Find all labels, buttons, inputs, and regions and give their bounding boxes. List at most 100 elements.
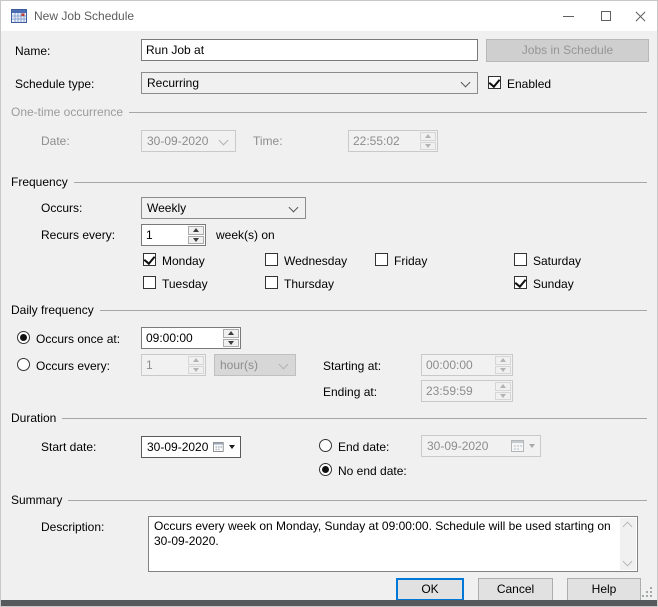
spin-down-button[interactable] xyxy=(188,236,204,245)
cancel-button[interactable]: Cancel xyxy=(478,578,553,601)
checkbox-sunday[interactable] xyxy=(514,276,527,289)
occurs-once-radio[interactable] xyxy=(17,331,30,344)
spinner-buttons xyxy=(188,356,204,374)
arrow-up-icon xyxy=(425,134,431,138)
spin-up-button xyxy=(495,382,511,391)
date-label: Date: xyxy=(41,134,70,148)
ending-at-label: Ending at: xyxy=(323,385,377,399)
spin-down-button xyxy=(495,366,511,375)
checkbox-sunday-label: Sunday xyxy=(533,277,574,291)
schedule-calendar-icon xyxy=(11,8,27,24)
new-job-schedule-dialog: New Job Schedule Name: Jobs in Schedule … xyxy=(0,0,658,607)
recurs-every-spinner[interactable]: 1 xyxy=(141,224,206,246)
occurs-every-radio[interactable] xyxy=(17,358,30,371)
ok-button[interactable]: OK xyxy=(396,578,464,601)
spinner-buttons[interactable] xyxy=(223,329,239,347)
maximize-button[interactable] xyxy=(588,1,624,31)
help-button[interactable]: Help xyxy=(567,578,641,601)
description-textarea[interactable]: Occurs every week on Monday, Sunday at 0… xyxy=(148,516,638,572)
end-date-label: End date: xyxy=(338,440,389,454)
spinner-buttons[interactable] xyxy=(188,226,204,244)
scroll-up-icon xyxy=(623,522,633,532)
one-time-time-value: 22:55:02 xyxy=(353,134,400,148)
no-end-date-radio[interactable] xyxy=(319,463,332,476)
arrow-up-icon xyxy=(193,358,199,362)
group-divider-line xyxy=(74,182,647,183)
end-date-picker: 30-09-2020 xyxy=(421,435,541,457)
checkbox-wednesday[interactable] xyxy=(265,253,278,266)
title-bar[interactable]: New Job Schedule xyxy=(1,1,657,31)
minimize-icon xyxy=(563,16,574,17)
arrow-up-icon xyxy=(228,331,234,335)
checkmark-icon xyxy=(489,76,501,88)
arrow-up-icon xyxy=(500,358,506,362)
occurs-once-time-spinner[interactable]: 09:00:00 xyxy=(141,327,241,349)
group-frequency-label: Frequency xyxy=(11,175,68,189)
recurs-every-value: 1 xyxy=(146,228,153,242)
enabled-checkbox[interactable] xyxy=(488,76,501,89)
ending-at-value: 23:59:59 xyxy=(426,384,473,398)
start-date-picker[interactable]: 30-09-2020 xyxy=(141,436,241,458)
occurs-select[interactable]: Weekly xyxy=(141,197,306,219)
schedule-type-select[interactable]: Recurring xyxy=(141,72,478,94)
checkbox-tuesday[interactable] xyxy=(143,276,156,289)
end-date-value: 30-09-2020 xyxy=(427,439,506,453)
checkbox-monday-label: Monday xyxy=(162,254,205,268)
calendar-icon xyxy=(511,440,524,452)
checkbox-friday[interactable] xyxy=(375,253,388,266)
start-date-value: 30-09-2020 xyxy=(147,440,208,454)
one-time-time-spinner: 22:55:02 xyxy=(348,130,438,152)
textarea-scrollbar xyxy=(620,518,636,570)
spin-down-button xyxy=(420,142,436,151)
checkbox-saturday[interactable] xyxy=(514,253,527,266)
group-daily-frequency: Daily frequency xyxy=(11,303,647,317)
spin-up-button xyxy=(495,356,511,365)
spin-up-button xyxy=(188,356,204,365)
end-date-radio[interactable] xyxy=(319,439,332,452)
checkbox-monday[interactable] xyxy=(143,253,156,266)
maximize-icon xyxy=(601,11,611,21)
arrow-down-icon xyxy=(228,341,234,345)
spin-down-button xyxy=(188,366,204,375)
group-summary-label: Summary xyxy=(11,493,62,507)
ending-at-spinner: 23:59:59 xyxy=(421,380,513,402)
occurs-every-unit-select: hour(s) xyxy=(214,354,296,376)
group-summary: Summary xyxy=(11,493,647,507)
occurs-once-time-value: 09:00:00 xyxy=(146,331,193,345)
chevron-down-icon xyxy=(289,203,299,213)
spin-up-button[interactable] xyxy=(188,226,204,235)
arrow-up-icon xyxy=(500,384,506,388)
checkbox-thursday[interactable] xyxy=(265,276,278,289)
description-text: Occurs every week on Monday, Sunday at 0… xyxy=(154,519,613,549)
chevron-down-icon xyxy=(461,78,471,88)
group-divider-line xyxy=(100,310,647,311)
weeks-on-label: week(s) on xyxy=(216,228,275,242)
occurs-label: Occurs: xyxy=(41,201,82,215)
checkmark-icon xyxy=(515,276,527,288)
minimize-button[interactable] xyxy=(550,1,586,31)
group-duration: Duration xyxy=(11,411,647,425)
recurs-every-label: Recurs every: xyxy=(41,228,115,242)
spinner-buttons xyxy=(495,382,511,400)
spin-up-button[interactable] xyxy=(223,329,239,338)
chevron-down-icon xyxy=(219,136,229,146)
schedule-type-value: Recurring xyxy=(147,76,199,90)
one-time-date-value: 30-09-2020 xyxy=(147,134,208,148)
spinner-buttons xyxy=(420,132,436,150)
checkbox-friday-label: Friday xyxy=(394,254,427,268)
occurs-once-label: Occurs once at: xyxy=(36,332,120,346)
close-button[interactable] xyxy=(622,1,658,31)
group-divider-line xyxy=(62,418,647,419)
no-end-date-label: No end date: xyxy=(338,464,407,478)
calendar-icon xyxy=(213,441,224,453)
spin-down-button[interactable] xyxy=(223,339,239,348)
starting-at-value: 00:00:00 xyxy=(426,358,473,372)
bottom-edge-strip xyxy=(1,600,657,606)
starting-at-spinner: 00:00:00 xyxy=(421,354,513,376)
close-icon xyxy=(634,10,647,23)
name-input[interactable] xyxy=(141,39,478,61)
resize-grip[interactable] xyxy=(650,595,652,597)
arrow-down-icon xyxy=(193,238,199,242)
window-title: New Job Schedule xyxy=(34,9,134,23)
occurs-every-unit-value: hour(s) xyxy=(220,358,258,372)
